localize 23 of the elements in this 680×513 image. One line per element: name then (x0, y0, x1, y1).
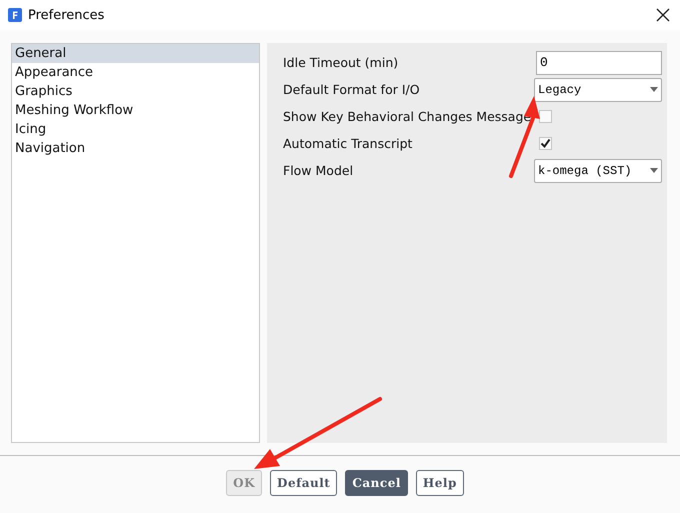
sidebar-item[interactable]: Graphics (12, 82, 259, 101)
setting-label: Automatic Transcript (283, 136, 412, 151)
sidebar-item[interactable]: Appearance (12, 63, 259, 82)
sidebar-item[interactable]: Meshing Workflow (12, 101, 259, 120)
dropdown[interactable]: Legacy (534, 78, 662, 102)
dialog-button[interactable]: Default (270, 470, 338, 496)
setting-label: Show Key Behavioral Changes Message (283, 109, 532, 124)
window-title: Preferences (28, 8, 106, 22)
checkbox[interactable] (539, 137, 552, 150)
setting-label: Idle Timeout (min) (283, 55, 398, 70)
caret-icon (650, 87, 658, 92)
setting-label: Flow Model (283, 163, 354, 178)
caret-icon (650, 168, 658, 173)
app-logo-icon (8, 8, 22, 22)
sidebar-item[interactable]: General (12, 44, 259, 63)
dialog-button[interactable]: Help (416, 470, 464, 496)
setting-label: Default Format for I/O (283, 82, 420, 97)
dialog-button[interactable]: Cancel (345, 470, 408, 496)
sidebar-item[interactable]: Navigation (12, 139, 259, 158)
close-icon[interactable] (656, 8, 670, 22)
dropdown[interactable]: k-omega (SST) (534, 158, 662, 182)
input-field[interactable]: 0 (536, 50, 662, 74)
sidebar-item[interactable]: Icing (12, 120, 259, 139)
